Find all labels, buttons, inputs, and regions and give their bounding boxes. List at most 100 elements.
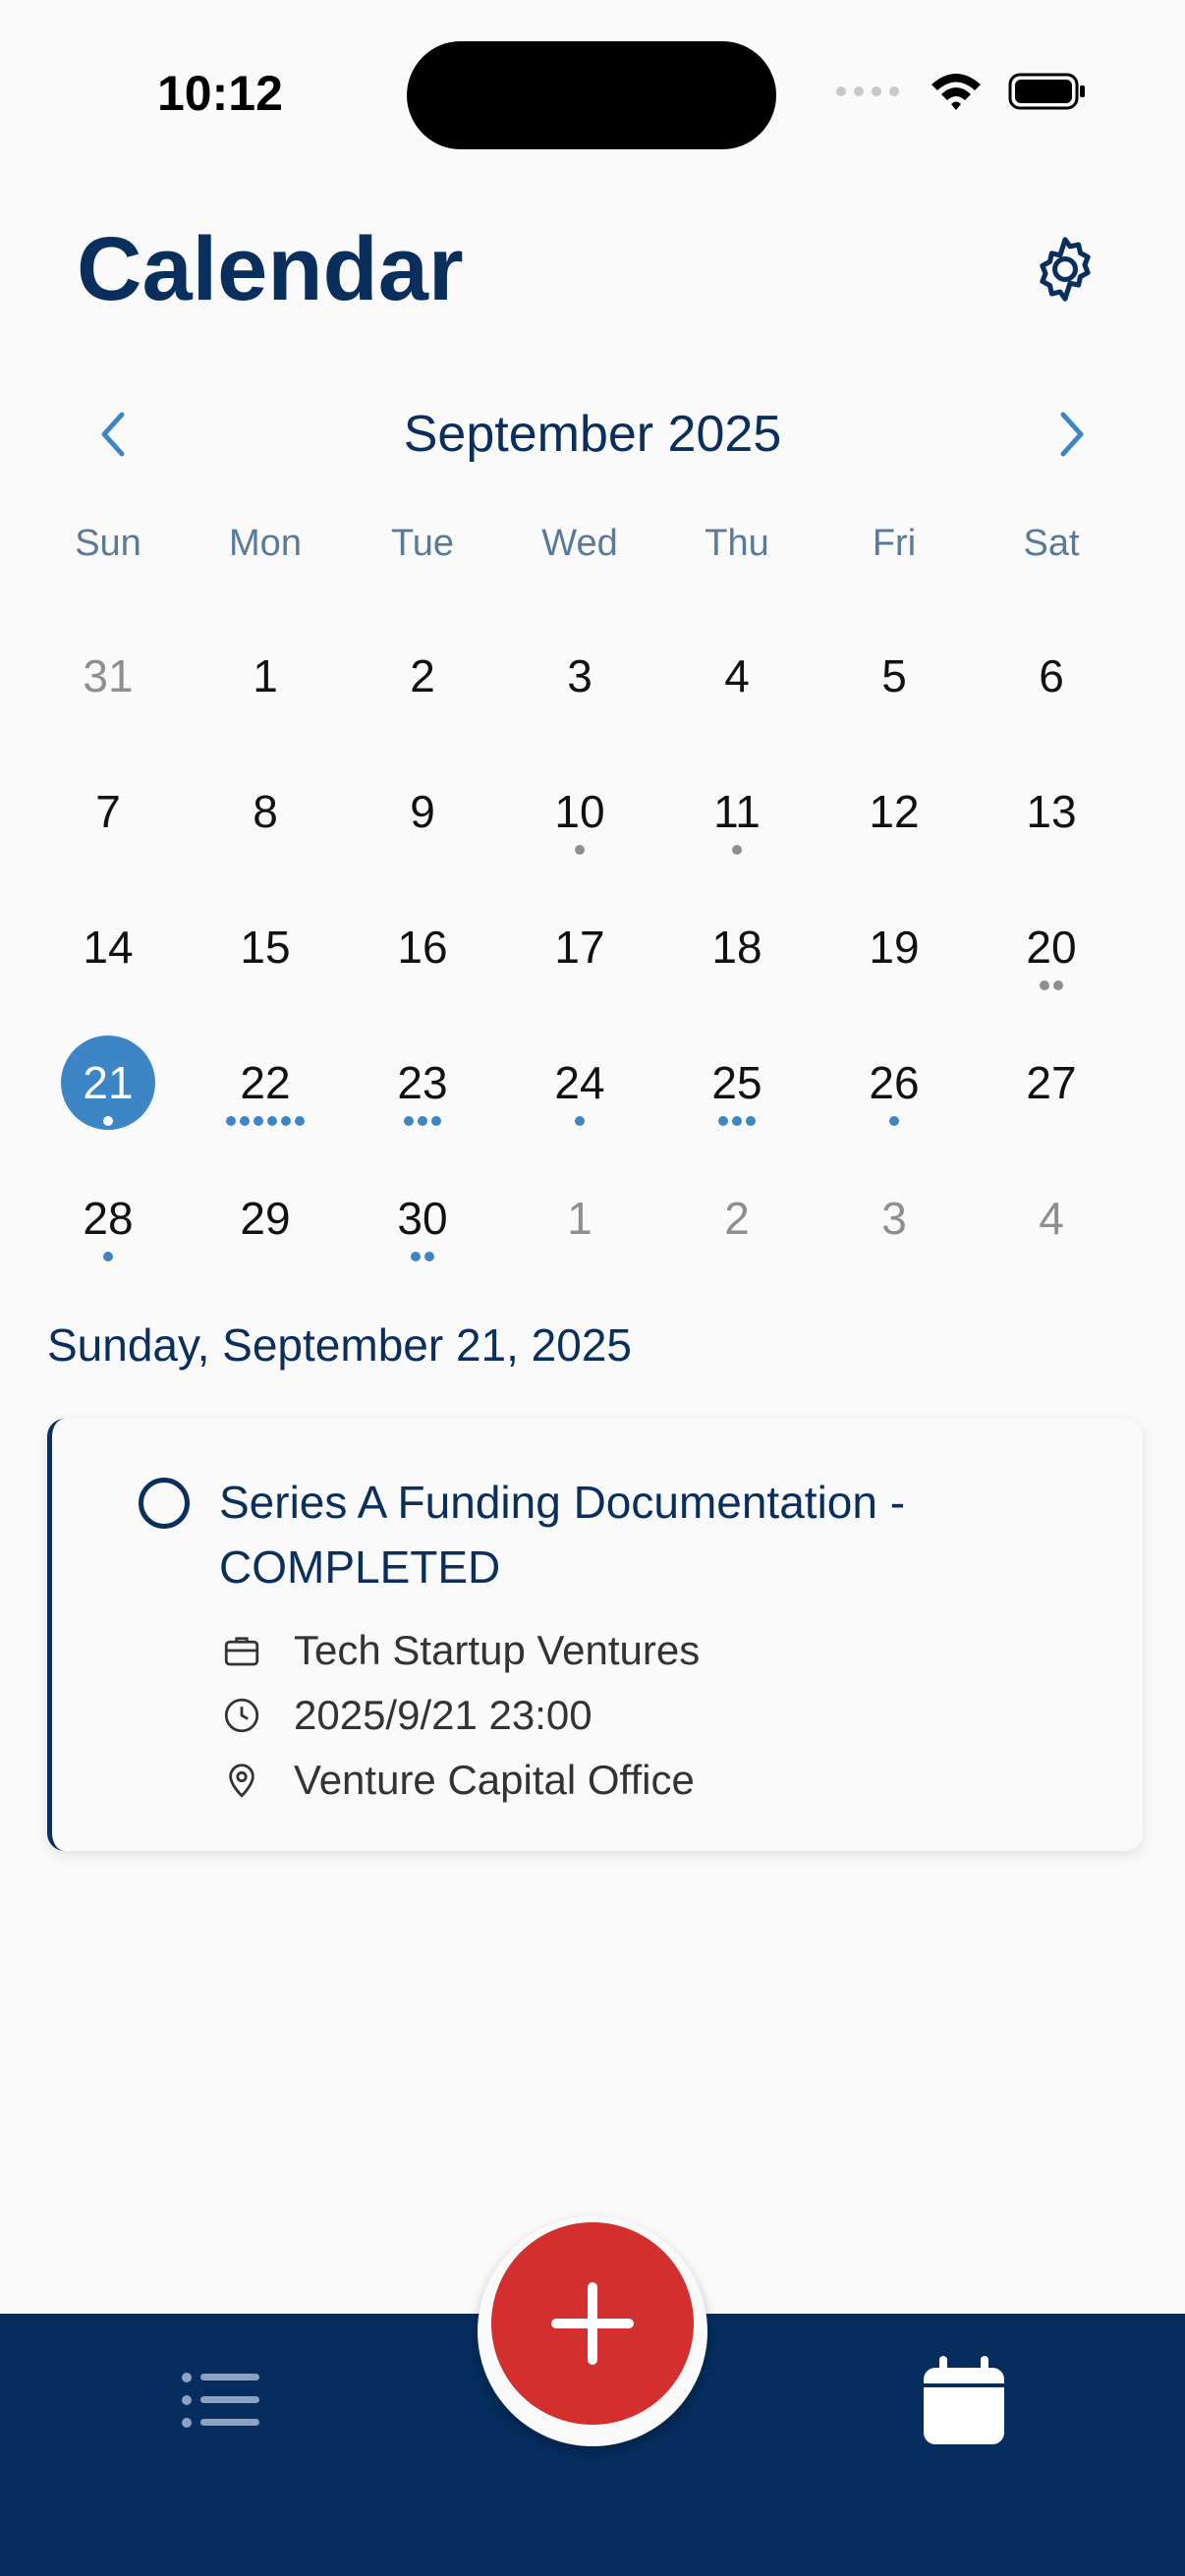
calendar-day[interactable]: 9 (344, 747, 501, 882)
event-indicator (973, 980, 1130, 990)
task-datetime: 2025/9/21 23:00 (294, 1692, 592, 1738)
day-number: 18 (711, 922, 762, 973)
calendar-day[interactable]: 25 (658, 1018, 816, 1153)
event-dot (103, 1116, 113, 1126)
calendar-day[interactable]: 27 (973, 1018, 1130, 1153)
calendar-icon[interactable] (922, 2356, 1006, 2446)
event-indicator (501, 1116, 658, 1126)
event-indicator (658, 1116, 816, 1126)
task-datetime-row: 2025/9/21 23:00 (221, 1692, 592, 1739)
calendar-day[interactable]: 19 (816, 882, 973, 1018)
add-task-button[interactable] (491, 2222, 694, 2425)
task-card[interactable]: Series A Funding Documentation - COMPLET… (47, 1419, 1143, 1851)
calendar-day-selected[interactable]: 21 (29, 1018, 187, 1153)
calendar-day[interactable]: 4 (973, 1153, 1130, 1289)
day-number: 12 (869, 786, 920, 837)
calendar-day[interactable]: 28 (29, 1153, 187, 1289)
event-dot (431, 1116, 441, 1126)
calendar-day[interactable]: 1 (501, 1153, 658, 1289)
calendar-day[interactable]: 31 (29, 611, 187, 747)
status-icons (835, 71, 1087, 112)
calendar-day[interactable]: 14 (29, 882, 187, 1018)
month-label: September 2025 (403, 406, 782, 463)
task-company-row: Tech Startup Ventures (221, 1627, 700, 1674)
day-number: 14 (83, 922, 134, 973)
day-number: 16 (397, 922, 448, 973)
calendar-day[interactable]: 24 (501, 1018, 658, 1153)
calendar-day[interactable]: 18 (658, 882, 816, 1018)
calendar-day[interactable]: 3 (816, 1153, 973, 1289)
weekday-label: Wed (541, 523, 618, 564)
calendar-day[interactable]: 7 (29, 747, 187, 882)
event-dot (1040, 980, 1049, 990)
calendar-day[interactable]: 29 (187, 1153, 344, 1289)
event-dot (226, 1116, 236, 1126)
event-indicator (344, 1116, 501, 1126)
calendar-day[interactable]: 4 (658, 611, 816, 747)
event-dot (103, 1252, 113, 1261)
event-dot (240, 1116, 250, 1126)
event-dot (404, 1116, 414, 1126)
cellular-dots-icon (836, 86, 899, 96)
event-dot (575, 845, 585, 855)
day-number: 7 (95, 786, 121, 837)
event-dot (418, 1116, 427, 1126)
weekday-label: Tue (390, 523, 455, 564)
list-icon[interactable] (181, 2370, 261, 2431)
weekday-label: Fri (872, 523, 917, 564)
event-dot (732, 845, 742, 855)
day-number: 3 (567, 650, 592, 701)
plus-icon (551, 2282, 634, 2365)
day-number: 8 (253, 786, 278, 837)
day-number: 31 (83, 650, 134, 701)
calendar-day[interactable]: 30 (344, 1153, 501, 1289)
map-pin-icon (229, 1764, 254, 1798)
calendar-day[interactable]: 3 (501, 611, 658, 747)
event-indicator (816, 1116, 973, 1126)
calendar-day[interactable]: 12 (816, 747, 973, 882)
day-number: 19 (869, 922, 920, 973)
event-dot (1053, 980, 1063, 990)
calendar-day[interactable]: 2 (344, 611, 501, 747)
wifi-icon (931, 74, 981, 110)
day-number: 3 (881, 1193, 907, 1244)
calendar-day[interactable]: 23 (344, 1018, 501, 1153)
event-indicator (29, 1116, 187, 1126)
weekday-label: Sun (75, 523, 141, 564)
day-number: 5 (881, 650, 907, 701)
calendar-day[interactable]: 22 (187, 1018, 344, 1153)
calendar-day[interactable]: 2 (658, 1153, 816, 1289)
calendar-day[interactable]: 15 (187, 882, 344, 1018)
calendar-day[interactable]: 20 (973, 882, 1130, 1018)
calendar-day[interactable]: 6 (973, 611, 1130, 747)
task-company: Tech Startup Ventures (294, 1627, 701, 1673)
weekday-header: Sun Mon Tue Wed Thu Fri Sat (29, 523, 1150, 565)
day-number: 13 (1026, 786, 1077, 837)
dynamic-island (407, 41, 776, 149)
clock-icon (224, 1698, 259, 1733)
task-location-row: Venture Capital Office (221, 1757, 695, 1804)
gear-icon[interactable] (1028, 232, 1102, 307)
calendar-day[interactable]: 26 (816, 1018, 973, 1153)
calendar-day[interactable]: 1 (187, 611, 344, 747)
calendar-day[interactable]: 10 (501, 747, 658, 882)
day-number: 4 (724, 650, 750, 701)
calendar-day[interactable]: 16 (344, 882, 501, 1018)
calendar-day[interactable]: 5 (816, 611, 973, 747)
event-indicator (344, 1252, 501, 1261)
event-dot (424, 1252, 434, 1261)
event-indicator (658, 845, 816, 855)
complete-checkbox[interactable] (139, 1478, 190, 1529)
day-number: 1 (567, 1193, 592, 1244)
calendar-day[interactable]: 17 (501, 882, 658, 1018)
calendar-day[interactable]: 8 (187, 747, 344, 882)
status-time: 10:12 (157, 66, 283, 121)
calendar-day[interactable]: 13 (973, 747, 1130, 882)
task-title: Series A Funding Documentation - COMPLET… (219, 1477, 906, 1593)
weekday-label: Sat (1023, 523, 1080, 564)
calendar-day[interactable]: 11 (658, 747, 816, 882)
day-number: 6 (1039, 650, 1064, 701)
next-month-button[interactable] (1045, 405, 1095, 464)
day-number: 17 (554, 922, 605, 973)
event-dot (295, 1116, 305, 1126)
